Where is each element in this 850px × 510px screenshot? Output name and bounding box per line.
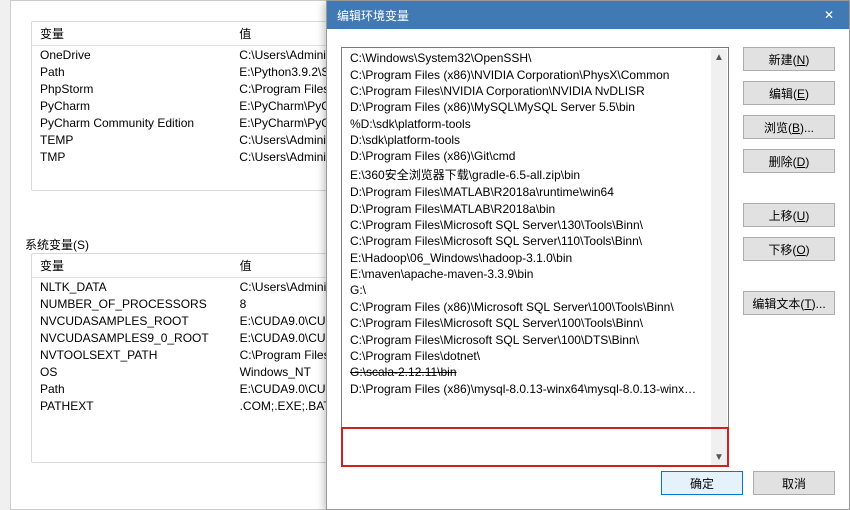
list-item[interactable]: C:\Program Files\Microsoft SQL Server\11… [342,233,728,249]
list-item[interactable]: C:\Program Files (x86)\NVIDIA Corporatio… [342,66,728,82]
var-name: Path [32,63,231,80]
close-icon: ✕ [824,8,834,22]
col-header-var[interactable]: 变量 [32,22,231,46]
edit-env-var-dialog: 编辑环境变量 ✕ C:\Windows\System32\OpenSSH\C:\… [326,0,850,510]
list-item[interactable]: C:\Program Files\Microsoft SQL Server\10… [342,315,728,331]
edit-text-button[interactable]: 编辑文本(T)... [743,291,835,315]
var-name: PyCharm [32,97,231,114]
dialog-titlebar[interactable]: 编辑环境变量 ✕ [327,1,849,29]
list-item[interactable]: %D:\sdk\platform-tools [342,116,728,132]
dialog-title: 编辑环境变量 [337,7,409,24]
system-vars-label: 系统变量(S) [25,236,89,253]
var-name: Path [32,380,232,397]
list-item[interactable]: D:\Program Files (x86)\MySQL\MySQL Serve… [342,99,728,115]
var-name: NVTOOLSEXT_PATH [32,346,232,363]
path-listbox[interactable]: C:\Windows\System32\OpenSSH\C:\Program F… [341,47,729,467]
list-item[interactable]: C:\Program Files\dotnet\ [342,348,728,364]
var-name: OS [32,363,232,380]
list-item[interactable]: D:\Program Files (x86)\Git\cmd [342,148,728,164]
list-item[interactable]: C:\Program Files\Microsoft SQL Server\10… [342,331,728,347]
col-header-var[interactable]: 变量 [32,254,232,278]
edit-button[interactable]: 编辑(E) [743,81,835,105]
scrollbar[interactable]: ▲ ▼ [711,49,727,465]
var-name: TMP [32,148,231,165]
var-name: NVCUDASAMPLES9_0_ROOT [32,329,232,346]
list-item[interactable]: D:\Program Files (x86)\mysql-8.0.13-winx… [342,381,728,397]
var-name: OneDrive [32,46,231,64]
list-item[interactable]: C:\Program Files (x86)\Microsoft SQL Ser… [342,299,728,315]
var-name: PyCharm Community Edition [32,114,231,131]
list-item[interactable]: C:\Windows\System32\OpenSSH\ [342,50,728,66]
var-name: TEMP [32,131,231,148]
delete-button[interactable]: 删除(D) [743,149,835,173]
list-item[interactable]: D:\sdk\platform-tools [342,132,728,148]
close-button[interactable]: ✕ [809,1,849,29]
var-name: PATHEXT [32,397,232,414]
list-item[interactable]: D:\Program Files\MATLAB\R2018a\bin [342,200,728,216]
list-item[interactable]: D:\Program Files\MATLAB\R2018a\runtime\w… [342,184,728,200]
var-name: NLTK_DATA [32,278,232,296]
var-name: PhpStorm [32,80,231,97]
scroll-up-icon[interactable]: ▲ [711,49,727,65]
new-button[interactable]: 新建(N) [743,47,835,71]
cancel-button[interactable]: 取消 [753,471,835,495]
list-item[interactable]: E:\Hadoop\06_Windows\hadoop-3.1.0\bin [342,250,728,266]
scroll-down-icon[interactable]: ▼ [711,449,727,465]
move-up-button[interactable]: 上移(U) [743,203,835,227]
list-item[interactable]: G:\scala-2.12.11\bin [342,364,728,380]
var-name: NUMBER_OF_PROCESSORS [32,295,232,312]
list-item[interactable]: E:\360安全浏览器下载\gradle-6.5-all.zip\bin [342,165,728,184]
move-down-button[interactable]: 下移(O) [743,237,835,261]
list-item[interactable]: C:\Program Files\Microsoft SQL Server\13… [342,217,728,233]
dialog-bottom-buttons: 确定 取消 [661,471,835,495]
browse-button[interactable]: 浏览(B)... [743,115,835,139]
list-item[interactable]: C:\Program Files\NVIDIA Corporation\NVID… [342,83,728,99]
list-item[interactable]: E:\maven\apache-maven-3.3.9\bin [342,266,728,282]
list-item[interactable]: G:\ [342,282,728,298]
dialog-buttons-col: 新建(N) 编辑(E) 浏览(B)... 删除(D) 上移(U) 下移(O) 编… [743,47,835,315]
dialog-body: C:\Windows\System32\OpenSSH\C:\Program F… [327,29,849,509]
ok-button[interactable]: 确定 [661,471,743,495]
var-name: NVCUDASAMPLES_ROOT [32,312,232,329]
